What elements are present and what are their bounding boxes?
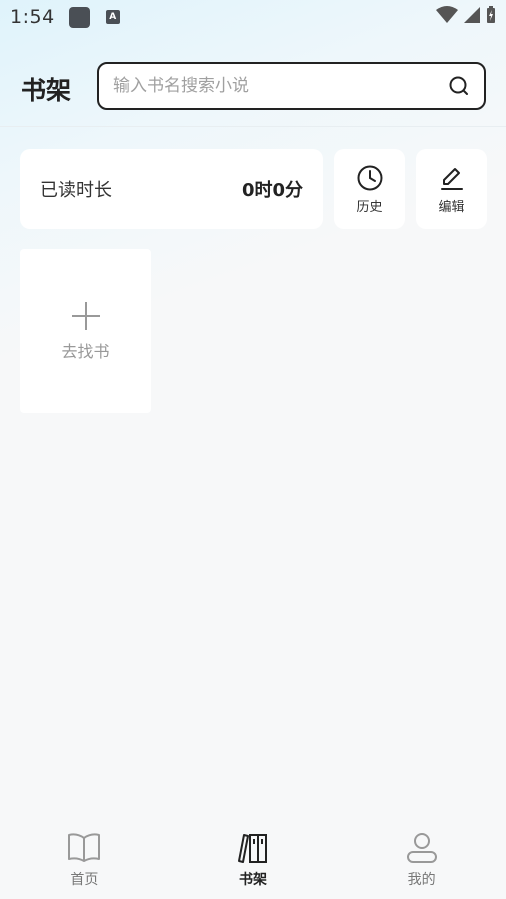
nav-item-home[interactable]: 首页 <box>24 831 144 889</box>
status-time: 1:54 <box>10 6 55 28</box>
reading-time-value: 0时0分 <box>241 180 303 201</box>
pencil-icon <box>440 167 463 190</box>
app-notification-icon <box>68 6 90 28</box>
nav-label-home: 首页 <box>70 872 99 888</box>
reading-time-card: 已读时长 0时0分 <box>20 149 323 229</box>
edit-button[interactable]: 编辑 <box>416 149 487 229</box>
clock-icon <box>357 165 382 190</box>
nav-item-profile[interactable]: 我的 <box>362 831 482 889</box>
history-label: 历史 <box>356 199 383 215</box>
signal-icon <box>464 7 480 23</box>
header-divider <box>0 126 506 127</box>
status-bar: 1:54 A <box>0 0 506 34</box>
search-box[interactable] <box>97 62 486 110</box>
header: 书架 <box>0 62 506 112</box>
find-book-button[interactable]: 去找书 <box>20 249 151 413</box>
find-book-label: 去找书 <box>61 342 110 361</box>
nav-label-profile: 我的 <box>407 872 436 888</box>
status-indicators <box>436 6 496 24</box>
edit-label: 编辑 <box>438 199 465 215</box>
open-book-icon <box>68 833 101 862</box>
reading-time-label: 已读时长 <box>40 180 112 201</box>
bookshelf-icon <box>237 834 267 863</box>
wifi-icon <box>436 6 458 23</box>
nav-label-bookshelf: 书架 <box>238 872 267 888</box>
search-icon[interactable] <box>448 75 470 97</box>
nav-item-bookshelf[interactable]: 书架 <box>193 831 313 889</box>
page-title: 书架 <box>21 76 72 105</box>
keyboard-notification-icon: A <box>105 10 120 24</box>
battery-icon <box>487 6 495 23</box>
history-button[interactable]: 历史 <box>334 149 405 229</box>
bottom-navigation: 首页 书架 我的 <box>0 811 506 899</box>
plus-icon <box>71 302 100 330</box>
search-input[interactable] <box>113 76 448 96</box>
user-icon <box>406 833 437 863</box>
